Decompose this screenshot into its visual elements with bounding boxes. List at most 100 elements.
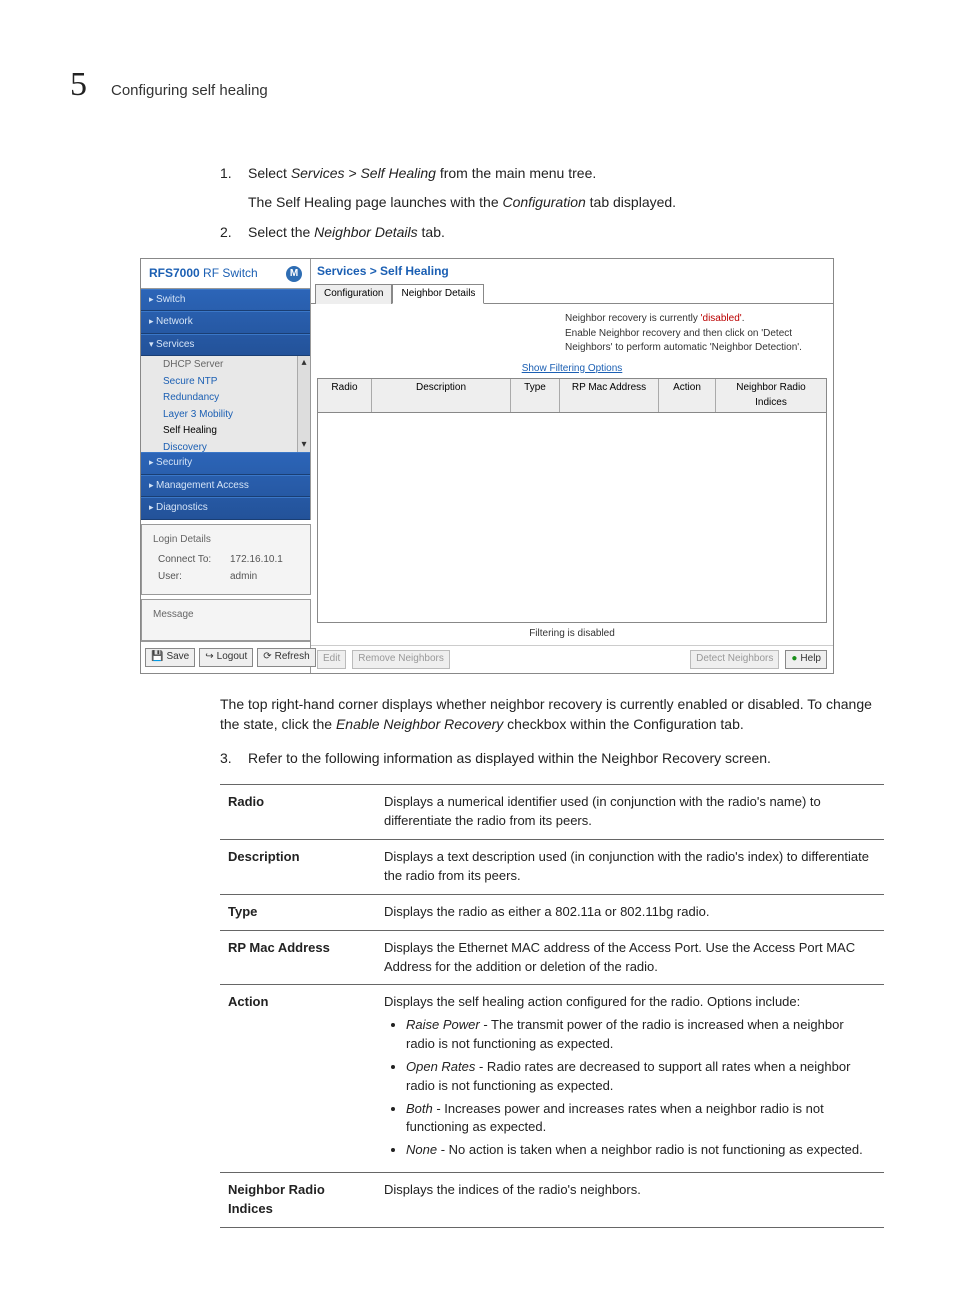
step-2-number: 2. — [220, 222, 232, 242]
def-action-opt-3: Both - Increases power and increases rat… — [406, 1100, 876, 1138]
scroll-down-icon[interactable]: ▾ — [301, 438, 306, 453]
refresh-icon: ⟳ — [263, 650, 271, 665]
svc-ntp[interactable]: Secure NTP — [141, 374, 310, 391]
help-button[interactable]: ● Help — [785, 650, 827, 669]
step-1-text-c: from the main menu tree. — [436, 165, 596, 181]
nav-security[interactable]: Security — [141, 452, 310, 475]
help-icon: ● — [791, 652, 797, 667]
opt1-b: Raise Power — [406, 1017, 480, 1032]
col-rp-mac[interactable]: RP Mac Address — [560, 379, 659, 412]
col-radio[interactable]: Radio — [318, 379, 372, 412]
step-1: 1. Select Services > Self Healing from t… — [220, 163, 884, 212]
login-user-k: User: — [158, 570, 220, 585]
def-nri-term: Neighbor Radio Indices — [220, 1173, 376, 1228]
recovery-notice: Neighbor recovery is currently 'disabled… — [311, 304, 833, 362]
def-mac-desc: Displays the Ethernet MAC address of the… — [376, 930, 884, 985]
nav-diag[interactable]: Diagnostics — [141, 497, 310, 520]
col-nri[interactable]: Neighbor Radio Indices — [716, 379, 826, 412]
def-action-term: Action — [220, 985, 376, 1173]
step-1-text-b: Services > Self Healing — [291, 165, 436, 181]
message-box: Message — [141, 599, 311, 641]
svc-self-healing[interactable]: Self Healing — [141, 423, 310, 440]
step-3: 3. Refer to the following information as… — [220, 748, 884, 768]
show-filtering-link[interactable]: Show Filtering Options — [311, 362, 833, 379]
post-c: checkbox within the Configuration tab. — [503, 716, 743, 732]
tab-configuration[interactable]: Configuration — [315, 284, 392, 305]
chapter-title: Configuring self healing — [111, 80, 268, 102]
nav-mgmt[interactable]: Management Access — [141, 475, 310, 498]
opt4-r: - No action is taken when a neighbor rad… — [437, 1142, 863, 1157]
def-action-intro: Displays the self healing action configu… — [384, 994, 800, 1009]
nav-network[interactable]: Network — [141, 311, 310, 334]
brand-bold: RFS7000 — [149, 266, 200, 280]
notice-2: Enable Neighbor recovery and then click … — [565, 328, 802, 354]
def-description-desc: Displays a text description used (in con… — [376, 840, 884, 895]
login-details-box: Login Details Connect To: 172.16.10.1 Use… — [141, 524, 311, 596]
detect-neighbors-button[interactable]: Detect Neighbors — [690, 650, 779, 669]
refresh-button[interactable]: ⟳Refresh — [257, 648, 315, 667]
brand-thin: RF Switch — [200, 266, 258, 280]
step-1-sub-b: Configuration — [503, 194, 586, 210]
step-3-number: 3. — [220, 748, 232, 768]
svc-dhcp[interactable]: DHCP Server — [141, 358, 310, 374]
col-action[interactable]: Action — [659, 379, 716, 412]
def-action-opt-4: None - No action is taken when a neighbo… — [406, 1141, 876, 1160]
def-nri-desc: Displays the indices of the radio's neig… — [376, 1173, 884, 1228]
def-radio-desc: Displays a numerical identifier used (in… — [376, 785, 884, 840]
save-button[interactable]: 💾Save — [145, 648, 195, 667]
opt4-b: None — [406, 1142, 437, 1157]
remove-neighbors-button[interactable]: Remove Neighbors — [352, 650, 450, 669]
step-2-text-a: Select the — [248, 224, 314, 240]
def-type-term: Type — [220, 894, 376, 930]
def-action-opt-2: Open Rates - Radio rates are decreased t… — [406, 1058, 876, 1096]
login-user-v: admin — [230, 570, 257, 585]
step-2: 2. Select the Neighbor Details tab. — [220, 222, 884, 242]
filter-status: Filtering is disabled — [311, 623, 833, 646]
def-action-desc: Displays the self healing action configu… — [376, 985, 884, 1173]
notice-disabled: 'disabled' — [701, 313, 742, 324]
svc-redundancy[interactable]: Redundancy — [141, 390, 310, 407]
table-empty-body — [318, 413, 826, 622]
notice-1c: . — [742, 313, 745, 324]
opt3-r: - Increases power and increases rates wh… — [406, 1101, 824, 1135]
nav-switch[interactable]: Switch — [141, 289, 310, 312]
notice-1a: Neighbor recovery is currently — [565, 313, 701, 324]
opt2-b: Open Rates — [406, 1059, 475, 1074]
post-b: Enable Neighbor Recovery — [336, 716, 503, 732]
step-1-sub-c: tab displayed. — [586, 194, 676, 210]
svc-discovery[interactable]: Discovery — [141, 440, 310, 453]
save-icon: 💾 — [151, 650, 163, 665]
neighbor-table: Radio Description Type RP Mac Address Ac… — [317, 378, 827, 623]
login-connect-k: Connect To: — [158, 553, 220, 568]
step-1-text-a: Select — [248, 165, 291, 181]
def-radio-term: Radio — [220, 785, 376, 840]
step-2-text-b: Neighbor Details — [314, 224, 418, 240]
def-description-term: Description — [220, 840, 376, 895]
step-3-text: Refer to the following information as di… — [248, 750, 771, 766]
page-header: 5 Configuring self healing — [70, 60, 884, 109]
logout-icon: ↪ — [205, 650, 213, 665]
step-2-text-c: tab. — [418, 224, 445, 240]
app-screenshot: RFS7000 RF Switch M Switch Network Servi… — [140, 258, 834, 673]
login-connect-v: 172.16.10.1 — [230, 553, 283, 568]
chapter-number: 5 — [70, 60, 87, 109]
tab-neighbor-details[interactable]: Neighbor Details — [392, 284, 484, 305]
step-1-number: 1. — [220, 163, 232, 183]
brand-logo-icon: M — [286, 266, 302, 282]
edit-button[interactable]: Edit — [317, 650, 346, 669]
def-action-opt-1: Raise Power - The transmit power of the … — [406, 1016, 876, 1054]
col-description[interactable]: Description — [372, 379, 511, 412]
field-definition-table: Radio Displays a numerical identifier us… — [220, 784, 884, 1227]
svc-layer3[interactable]: Layer 3 Mobility — [141, 407, 310, 424]
brand-bar: RFS7000 RF Switch M — [141, 259, 311, 288]
def-type-desc: Displays the radio as either a 802.11a o… — [376, 894, 884, 930]
opt3-b: Both — [406, 1101, 433, 1116]
logout-button[interactable]: ↪Logout — [199, 648, 253, 667]
def-mac-term: RP Mac Address — [220, 930, 376, 985]
nav-services[interactable]: Services — [141, 334, 310, 357]
services-scrollbar[interactable]: ▴ ▾ — [297, 356, 310, 452]
message-legend: Message — [150, 608, 197, 623]
scroll-up-icon[interactable]: ▴ — [301, 356, 306, 371]
login-legend: Login Details — [150, 533, 214, 548]
col-type[interactable]: Type — [511, 379, 560, 412]
